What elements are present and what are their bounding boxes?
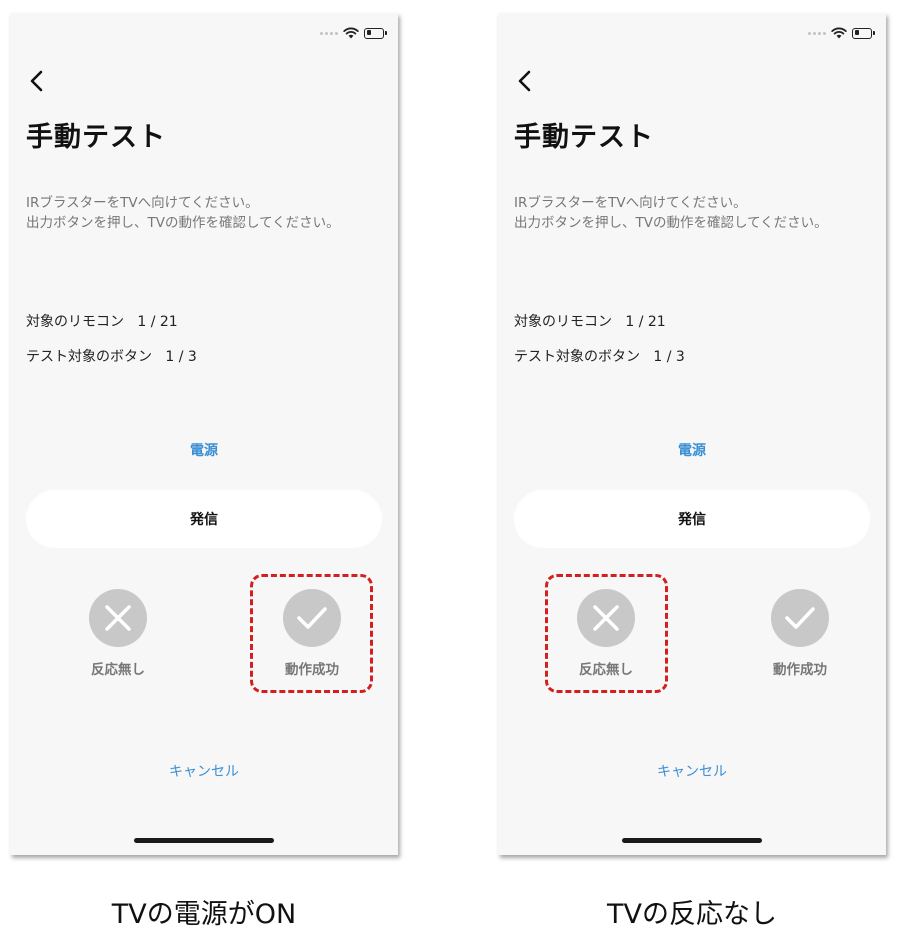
button-name: 電源 [190, 443, 218, 459]
instructions: IRブラスターをTVへ向けてください。 出力ボタンを押し、TVの動作を確認してく… [514, 193, 828, 233]
target-remote-label: 対象のリモコン [514, 314, 612, 330]
page-title: 手動テスト [514, 122, 654, 153]
wifi-icon [343, 27, 359, 39]
target-button-label: テスト対象のボタン [514, 349, 640, 365]
no-response-label: 反応無し [91, 662, 145, 678]
send-button[interactable]: 発信 [514, 490, 870, 548]
instruction-line-2: 出力ボタンを押し、TVの動作を確認してください。 [514, 215, 828, 231]
instruction-line-1: IRブラスターをTVへ向けてください。 [26, 195, 259, 211]
home-indicator [134, 838, 274, 843]
target-button-count: 1 / 3 [165, 349, 197, 365]
signal-icon [320, 31, 338, 35]
highlight-no-response [545, 574, 668, 693]
close-icon [89, 589, 147, 647]
target-remote-row: 対象のリモコン 1 / 21 [514, 311, 666, 331]
instruction-line-1: IRブラスターをTVへ向けてください。 [514, 195, 747, 211]
target-remote-row: 対象のリモコン 1 / 21 [26, 311, 178, 331]
battery-icon [852, 27, 875, 39]
success-label: 動作成功 [773, 662, 827, 678]
caption-left: TVの電源がON [111, 899, 297, 930]
instruction-line-2: 出力ボタンを押し、TVの動作を確認してください。 [26, 215, 340, 231]
target-remote-count: 1 / 21 [625, 314, 666, 330]
check-icon [771, 589, 829, 647]
button-name: 電源 [678, 443, 706, 459]
cancel-button[interactable]: キャンセル [10, 761, 398, 781]
target-remote-label: 対象のリモコン [26, 314, 124, 330]
cancel-button[interactable]: キャンセル [498, 761, 886, 781]
back-button[interactable] [514, 68, 538, 94]
send-button[interactable]: 発信 [26, 490, 382, 548]
status-bar [808, 25, 875, 41]
battery-icon [364, 27, 387, 39]
status-bar [320, 25, 387, 41]
target-remote-count: 1 / 21 [137, 314, 178, 330]
caption-right: TVの反応なし [607, 899, 777, 930]
target-button-row: テスト対象のボタン 1 / 3 [514, 346, 685, 366]
target-button-row: テスト対象のボタン 1 / 3 [26, 346, 197, 366]
phone-screen-right: 手動テスト IRブラスターをTVへ向けてください。 出力ボタンを押し、TVの動作… [498, 13, 886, 855]
page-title: 手動テスト [26, 122, 166, 153]
back-button[interactable] [26, 68, 50, 94]
target-button-count: 1 / 3 [653, 349, 685, 365]
success-button[interactable]: 動作成功 [740, 589, 860, 685]
wifi-icon [831, 27, 847, 39]
highlight-success [250, 574, 373, 693]
phone-screen-left: 手動テスト IRブラスターをTVへ向けてください。 出力ボタンを押し、TVの動作… [10, 13, 398, 855]
instructions: IRブラスターをTVへ向けてください。 出力ボタンを押し、TVの動作を確認してく… [26, 193, 340, 233]
home-indicator [622, 838, 762, 843]
no-response-button[interactable]: 反応無し [58, 589, 178, 685]
target-button-label: テスト対象のボタン [26, 349, 152, 365]
signal-icon [808, 31, 826, 35]
